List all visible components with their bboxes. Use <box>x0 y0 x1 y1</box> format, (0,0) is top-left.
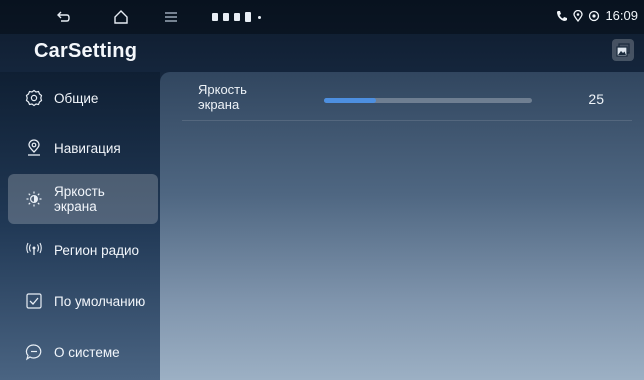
media-icon <box>234 13 240 21</box>
back-icon[interactable] <box>52 8 74 26</box>
sidebar-item-general[interactable]: Общие <box>8 73 158 123</box>
brightness-row: Яркость экрана 25 <box>182 78 632 121</box>
notification-icons <box>212 12 261 22</box>
gallery-button[interactable] <box>612 39 634 61</box>
sidebar-item-radio-region[interactable]: Регион радио <box>8 225 158 275</box>
sidebar-item-navigation[interactable]: Навигация <box>8 123 158 173</box>
sidebar-item-label: Общие <box>54 90 99 106</box>
sidebar-item-label: Яркость экрана <box>54 184 105 214</box>
brightness-icon <box>24 189 44 209</box>
sidebar-item-defaults[interactable]: По умолчанию <box>8 276 158 326</box>
app-title: CarSetting <box>34 40 138 62</box>
chat-info-icon <box>24 342 44 362</box>
radio-icon <box>24 240 44 260</box>
brightness-slider-fill <box>324 98 376 103</box>
usb-icon <box>223 13 229 21</box>
clock: 16:09 <box>605 8 638 23</box>
gear-icon <box>24 88 44 108</box>
sidebar-item-label: О системе <box>54 344 120 360</box>
brightness-slider[interactable] <box>324 98 532 103</box>
sidebar: Общие Навигация Яркость экрана Регион ра… <box>0 72 160 380</box>
more-dot-icon <box>258 15 261 19</box>
checkbox-icon <box>24 291 44 311</box>
phone-icon <box>557 10 568 21</box>
sidebar-item-label: Регион радио <box>54 242 140 258</box>
menu-icon[interactable] <box>160 8 182 26</box>
brightness-value: 25 <box>588 91 604 107</box>
location-icon <box>573 9 584 22</box>
brightness-label: Яркость экрана <box>198 82 247 112</box>
sidebar-item-label: Навигация <box>54 140 121 156</box>
home-icon[interactable] <box>110 8 132 26</box>
location-pin-icon <box>24 138 44 158</box>
sidebar-item-label: По умолчанию <box>54 293 146 309</box>
main-content: Яркость экрана 25 <box>160 72 644 380</box>
usb-icon <box>212 13 218 21</box>
status-bar: 16:09 <box>0 0 644 34</box>
sidebar-item-about[interactable]: О системе <box>8 327 158 377</box>
battery-icon <box>245 12 251 22</box>
sidebar-item-brightness[interactable]: Яркость экрана <box>8 174 158 224</box>
status-right: 16:09 <box>556 8 638 23</box>
gallery-icon <box>616 43 630 57</box>
hotspot-icon <box>589 10 600 21</box>
